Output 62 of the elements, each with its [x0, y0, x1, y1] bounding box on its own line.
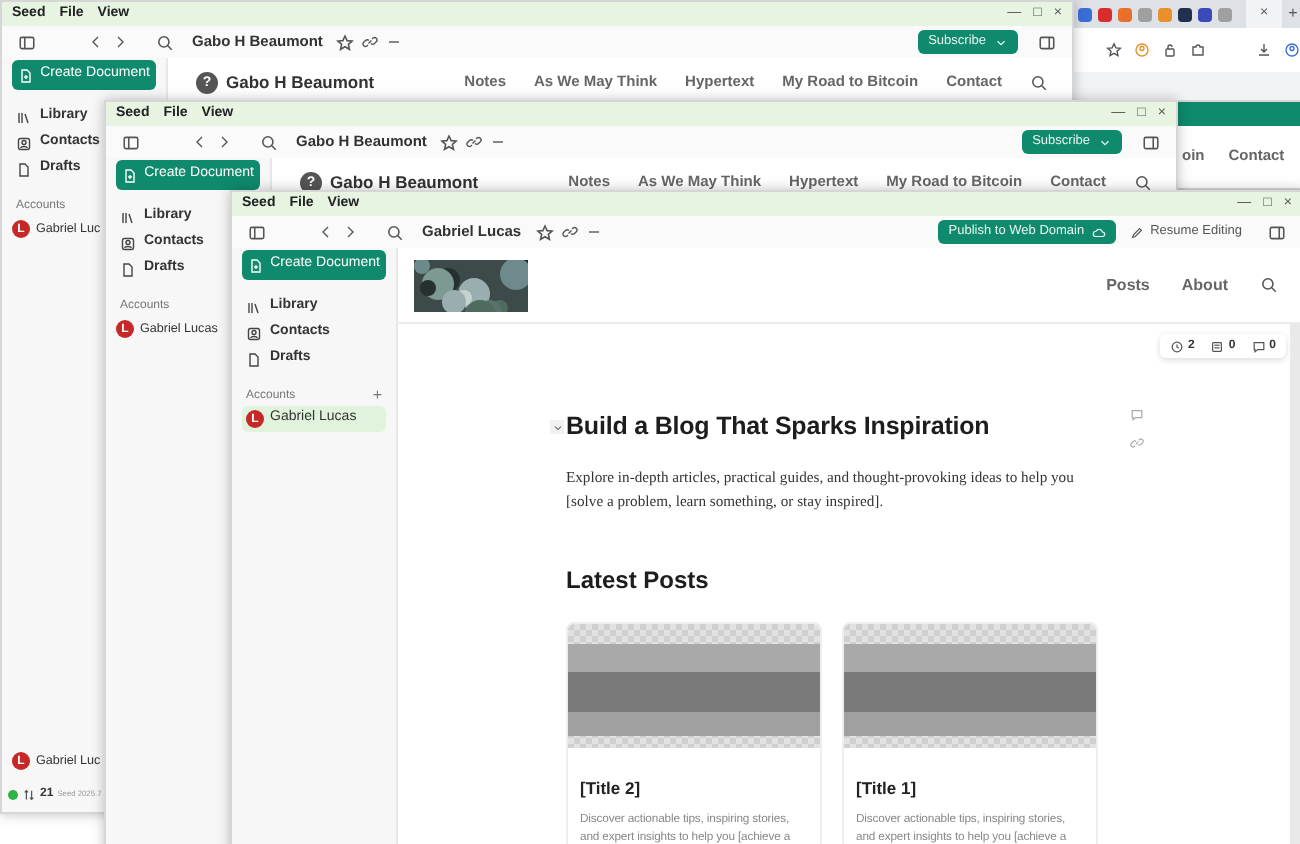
cloud-icon [1092, 225, 1107, 239]
site-name: Gabo H Beaumont [330, 169, 479, 195]
document-icon [246, 351, 262, 367]
forward-icon[interactable] [216, 134, 232, 150]
pencil-icon [1130, 225, 1145, 239]
history-icon [1169, 339, 1184, 353]
link-icon[interactable] [466, 134, 483, 150]
caret-icon [994, 35, 1008, 49]
document-plus-icon [248, 257, 265, 273]
library-icon [246, 299, 262, 315]
sidebar-toggle-icon[interactable] [122, 133, 140, 151]
star-icon[interactable] [336, 33, 355, 51]
download-icon[interactable] [1256, 42, 1272, 58]
library-icon [16, 109, 32, 125]
favicon-icon[interactable] [1178, 7, 1192, 21]
nav-link[interactable]: Posts [1106, 273, 1150, 297]
panel-icon[interactable] [1038, 33, 1056, 51]
section-heading: Latest Posts [566, 566, 711, 595]
contacts-icon [246, 325, 262, 341]
document-title: Build a Blog That Sparks Inspiration [566, 412, 992, 442]
back-icon[interactable] [88, 34, 104, 50]
document-icon [120, 261, 136, 277]
collapse-toggle[interactable] [550, 420, 564, 434]
post-title: [Title 2] [580, 776, 643, 803]
document-plus-icon [18, 67, 35, 83]
post-title: [Title 1] [856, 776, 919, 803]
add-account-button[interactable]: + [372, 384, 382, 408]
site-name: Gabo H Beaumont [226, 69, 375, 95]
new-tab-button[interactable]: + [1288, 2, 1298, 26]
comment-icon [1251, 339, 1266, 353]
sync-icon [22, 787, 36, 801]
sidebar-toggle-icon[interactable] [18, 33, 36, 51]
nav-link[interactable]: About [1181, 273, 1228, 297]
header-bar [1178, 102, 1300, 126]
search-icon[interactable] [260, 133, 278, 151]
lock-icon[interactable] [1162, 42, 1178, 58]
favicon-icon[interactable] [1198, 7, 1212, 21]
search-icon[interactable] [156, 33, 174, 51]
sidebar-toggle-icon[interactable] [248, 223, 266, 241]
forward-icon[interactable] [342, 224, 358, 240]
back-icon[interactable] [318, 224, 334, 240]
link-icon[interactable] [561, 224, 578, 240]
forward-icon[interactable] [112, 34, 128, 50]
search-icon[interactable] [1134, 173, 1152, 191]
document-plus-icon [122, 167, 139, 183]
search-icon[interactable] [1260, 276, 1278, 294]
link-icon[interactable] [362, 34, 379, 50]
citation-icon [1210, 339, 1225, 353]
star-icon[interactable] [440, 133, 459, 151]
panel-icon[interactable] [1268, 223, 1286, 241]
star-icon[interactable] [535, 223, 554, 241]
document-icon [16, 161, 32, 177]
bookmark-icon[interactable] [1106, 42, 1122, 58]
caret-icon [1098, 135, 1112, 149]
search-icon[interactable] [386, 223, 404, 241]
profile-icon[interactable] [1284, 42, 1300, 58]
library-icon [120, 209, 136, 225]
contacts-icon [16, 135, 32, 151]
back-icon[interactable] [192, 134, 208, 150]
panel-icon[interactable] [1142, 133, 1160, 151]
search-icon[interactable] [1030, 73, 1048, 91]
contacts-icon [120, 235, 136, 251]
